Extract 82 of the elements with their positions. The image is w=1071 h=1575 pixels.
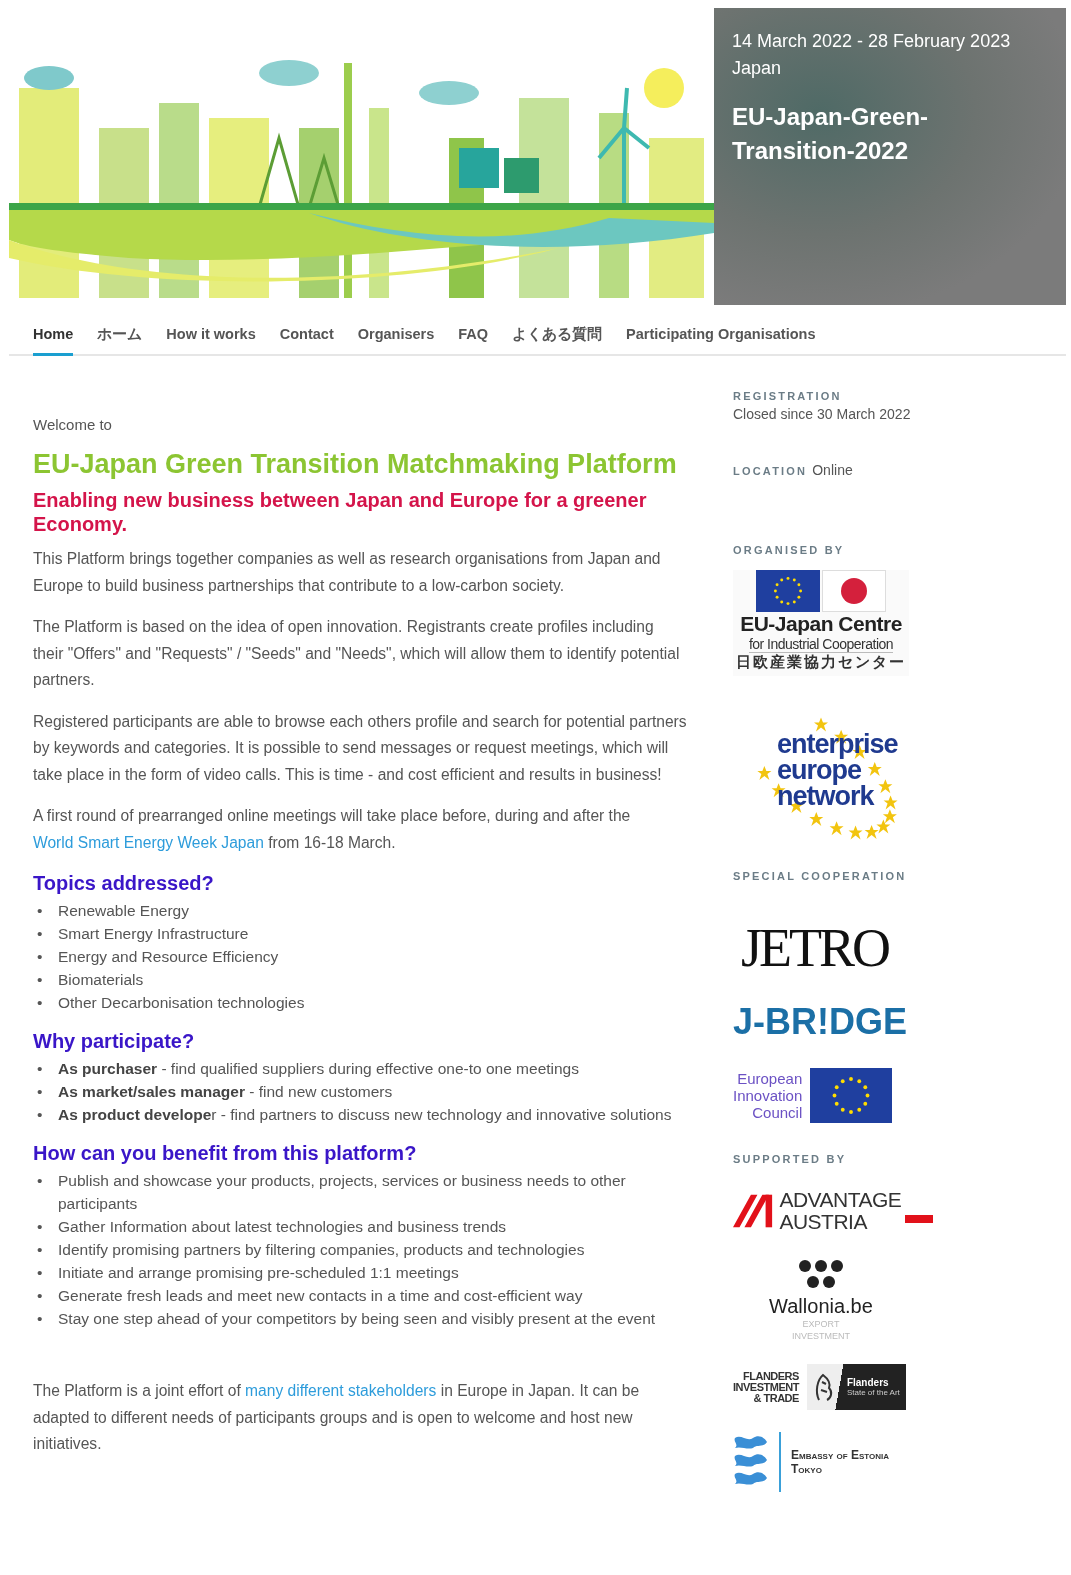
bullet: •: [37, 1286, 44, 1306]
eu-flag-icon: [810, 1068, 893, 1123]
nav-tab[interactable]: FAQ: [458, 305, 489, 356]
section-label: SUPPORTED BY: [733, 1153, 848, 1165]
bullet: •: [37, 1082, 44, 1102]
event-title: EU-Japan-Green-Transition-2022: [732, 102, 930, 166]
section-heading: How can you benefit from this platform?: [33, 1142, 418, 1165]
bullet: •: [37, 1309, 44, 1329]
list-item: Biomaterials: [58, 970, 144, 990]
paragraph: A first round of prearranged online meetings will take place before, during and after the World Smart Energy Week Japan from 16-18 March.: [33, 806, 632, 853]
logo-text: Wallonia.be: [769, 1295, 873, 1318]
list-item: Stay one step ahead of your competitors by being seen and visibly present at the event: [58, 1309, 656, 1329]
nav-tab[interactable]: Participating Organisations: [626, 305, 816, 356]
page-subtitle: Enabling new business between Japan and Europe for a greener Economy.: [33, 488, 648, 536]
list-item: Gather Information about latest technologies and business trends: [58, 1217, 507, 1237]
logo-text: European: [737, 1070, 803, 1087]
section-label: LOCATION: [733, 465, 808, 477]
logo-text: Embassy of Estonia: [791, 1448, 890, 1462]
section-label: ORGANISED BY: [733, 544, 846, 556]
bullet: •: [37, 970, 44, 990]
section-heading: Topics addressed?: [33, 872, 215, 895]
bullet: •: [37, 1217, 44, 1237]
list-item: As product developer - find partners to discuss new technology and innovative solutions: [58, 1105, 672, 1125]
nav-tab[interactable]: ホーム: [97, 305, 143, 356]
eu-flag-icon: [756, 570, 820, 612]
registration-status: Closed since 30 March 2022: [733, 406, 912, 422]
bullet: •: [37, 901, 44, 921]
logo-text: INVESTMENT: [792, 1330, 850, 1342]
logo-text: ADVANTAGE: [779, 1189, 902, 1211]
logo-text: for Industrial Cooperation: [748, 636, 894, 653]
logo-text: JETRO: [741, 918, 890, 978]
list-item: As market/sales manager - find new customers: [58, 1082, 393, 1102]
page-title: EU-Japan Green Transition Matchmaking Platform: [33, 449, 678, 480]
logo-text: INVESTMENT: [733, 1381, 799, 1393]
logo-text: Tokyo: [791, 1462, 823, 1476]
list-item: Energy and Resource Efficiency: [58, 947, 279, 967]
nav-tab[interactable]: How it works: [166, 305, 256, 356]
bullet: •: [37, 993, 44, 1013]
logo-text: State of the Art: [846, 1388, 900, 1397]
bullet: •: [37, 1171, 44, 1191]
logo-text: J-BR!DGE: [733, 1000, 908, 1044]
bullet: •: [37, 1059, 44, 1079]
bullet: •: [37, 1240, 44, 1260]
location-value: Online: [812, 462, 853, 478]
logo-text: enterprise: [777, 731, 899, 757]
event-location: Japan: [732, 57, 783, 80]
list-item: Smart Energy Infrastructure: [58, 924, 249, 944]
paragraph: The Platform is based on the idea of open innovation. Registrants create profiles including their "Offers" and "Requests" / "Seeds" and "Needs", which will allow them to identify potential partners.: [33, 617, 681, 690]
logo-text: Council: [752, 1104, 803, 1121]
nav-tab[interactable]: Home: [33, 305, 74, 356]
list-item: Renewable Energy: [58, 901, 189, 921]
paragraph: This Platform brings together companies as well as research organisations from Japan and Europe to build business partnerships that contribute to a low-carbon society.: [33, 549, 662, 596]
bullet: •: [37, 947, 44, 967]
list-item: Publish and showcase your products, projects, services or business needs to other participants: [58, 1171, 627, 1214]
event-dates: 14 March 2022 - 28 February 2023: [732, 30, 1012, 53]
logo-text: EU-Japan Centre: [740, 612, 902, 636]
logo-text: & TRADE: [753, 1392, 799, 1404]
nav-tab[interactable]: よくある質問: [512, 305, 603, 356]
bullet: •: [37, 1263, 44, 1283]
logo-text: Innovation: [733, 1087, 803, 1104]
nav-tab[interactable]: Contact: [279, 305, 334, 356]
bullet: •: [37, 924, 44, 944]
logo-text: FLANDERS: [743, 1370, 799, 1382]
logo-text: AUSTRIA: [779, 1211, 869, 1233]
list-item: Identify promising partners by filtering companies, products and technologies: [58, 1240, 585, 1260]
section-heading: Why participate?: [33, 1030, 196, 1053]
flag-stripe-icon: [905, 1215, 933, 1223]
dots-icon: [798, 1259, 844, 1289]
list-item: Initiate and arrange promising pre-scheduled 1:1 meetings: [58, 1263, 459, 1283]
list-item: Other Decarbonisation technologies: [58, 993, 305, 1013]
list-item: As purchaser - find qualified suppliers during effective one-to one meetings: [58, 1059, 579, 1079]
section-label: REGISTRATION: [733, 390, 843, 402]
paragraph: The Platform is a joint effort of many different stakeholders in Europe in Japan. It can be adapted to different needs of participants groups and is open to welcome and host new initiatives.: [33, 1381, 641, 1454]
logo-text: 日欧産業協力センター: [736, 653, 906, 672]
nav-tab[interactable]: Organisers: [357, 305, 435, 356]
logo-text: Flanders: [846, 1377, 890, 1388]
paragraph: Registered participants are able to browse each others profile and search for potential partners by keywords and categories. It is possible to send messages or request meetings, which will take place in the form of video calls. This is time - and cost efficient and results in business!: [33, 711, 688, 785]
logo-text: EXPORT: [802, 1318, 840, 1330]
section-label: SPECIAL COOPERATION: [733, 870, 908, 882]
welcome-text: Welcome to: [33, 416, 113, 433]
bullet: •: [37, 1105, 44, 1125]
list-item: Generate fresh leads and meet new contacts in a time and cost-efficient way: [58, 1286, 583, 1306]
